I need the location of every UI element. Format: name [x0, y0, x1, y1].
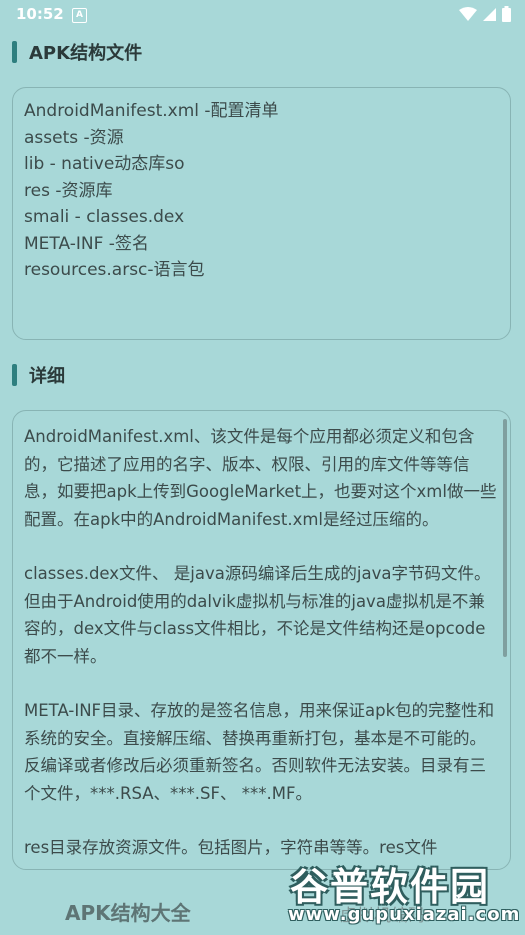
scrollbar-thumb[interactable]: [503, 419, 507, 657]
list-item: resources.arsc-语言包: [24, 260, 205, 280]
watermark-name: 谷普软件园: [290, 865, 491, 909]
signal-icon: [483, 7, 496, 21]
section-title-detail: 详细: [12, 363, 65, 387]
tab-apk-structure[interactable]: APK结构大全: [65, 897, 191, 926]
section-title-text: 详细: [29, 366, 65, 387]
status-icons: [459, 6, 511, 22]
title-accent-bar: [12, 41, 17, 63]
structure-list-card: AndroidManifest.xml -配置清单 assets -资源 lib…: [12, 87, 511, 340]
detail-scroll-area[interactable]: AndroidManifest.xml、该文件是每个应用都必须定义和包含的，它描…: [12, 410, 511, 870]
section-title-apk-structure: APK结构文件: [12, 40, 142, 64]
detail-paragraph: META-INF目录、存放的是签名信息，用来保证apk包的完整性和系统的安全。直…: [24, 701, 495, 803]
list-item: smali - classes.dex: [24, 207, 185, 227]
list-item: lib - native动态库so: [24, 154, 185, 174]
status-bar: 10:52 A: [0, 0, 525, 30]
detail-paragraph: AndroidManifest.xml、该文件是每个应用都必须定义和包含的，它描…: [24, 427, 497, 529]
status-time: 10:52: [16, 5, 64, 23]
battery-icon: [502, 6, 511, 22]
list-item: AndroidManifest.xml -配置清单: [24, 101, 279, 121]
watermark-logo: 谷普软件园 www.gupuxiazai.com: [282, 854, 522, 932]
title-accent-bar: [12, 364, 17, 386]
list-item: assets -资源: [24, 127, 124, 148]
detail-paragraph: classes.dex文件、 是java源码编译后生成的java字节码文件。但由…: [24, 564, 491, 666]
watermark-url: www.gupuxiazai.com: [288, 904, 521, 925]
list-item: META-INF -签名: [24, 233, 149, 254]
section-title-text: APK结构文件: [29, 43, 143, 64]
list-item: res -资源库: [24, 180, 113, 201]
wifi-icon: [459, 6, 477, 21]
notification-icon: A: [72, 8, 87, 23]
